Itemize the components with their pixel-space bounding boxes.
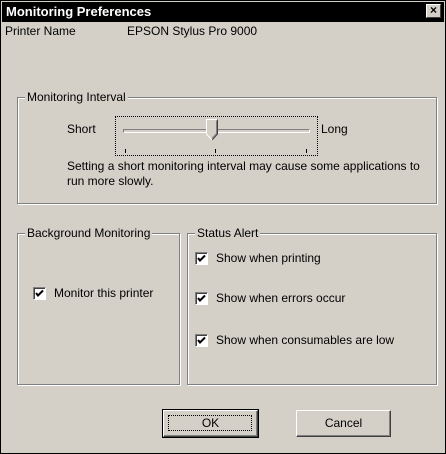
monitoring-interval-slider[interactable] bbox=[115, 116, 318, 156]
show-when-consumables-low-checkbox[interactable] bbox=[195, 334, 208, 347]
focus-rectangle bbox=[168, 415, 252, 431]
window-title: Monitoring Preferences bbox=[6, 4, 152, 19]
monitor-this-printer-label[interactable]: Monitor this printer bbox=[54, 286, 153, 300]
close-icon[interactable]: × bbox=[426, 4, 441, 18]
background-monitoring-title: Background Monitoring bbox=[25, 226, 153, 240]
show-when-printing-checkbox[interactable] bbox=[195, 252, 208, 265]
cancel-button-label: Cancel bbox=[324, 416, 363, 430]
show-when-printing-label[interactable]: Show when printing bbox=[216, 251, 321, 265]
slider-tick-end bbox=[306, 149, 307, 153]
monitoring-interval-title: Monitoring Interval bbox=[25, 90, 128, 104]
monitor-this-printer-checkbox[interactable] bbox=[33, 287, 46, 300]
check-icon bbox=[197, 254, 206, 262]
title-bar[interactable]: Monitoring Preferences × bbox=[2, 2, 444, 22]
slider-short-label: Short bbox=[67, 122, 96, 136]
monitoring-interval-group: Monitoring Interval Short Long Setting a… bbox=[17, 90, 437, 204]
background-monitoring-group: Background Monitoring Monitor this print… bbox=[17, 226, 180, 385]
printer-name-label: Printer Name bbox=[5, 24, 76, 38]
status-alert-group: Status Alert Show when printing Show whe… bbox=[187, 226, 437, 385]
interval-note: Setting a short monitoring interval may … bbox=[67, 159, 420, 188]
printer-name-value: EPSON Stylus Pro 9000 bbox=[127, 24, 258, 38]
slider-tick-middle bbox=[215, 149, 216, 153]
check-icon bbox=[35, 289, 44, 297]
show-when-errors-occur-checkbox[interactable] bbox=[195, 292, 208, 305]
show-when-errors-occur-label[interactable]: Show when errors occur bbox=[216, 291, 345, 305]
slider-thumb[interactable] bbox=[206, 119, 218, 141]
check-icon bbox=[197, 294, 206, 302]
slider-thumb-icon bbox=[206, 119, 218, 141]
show-when-consumables-low-label[interactable]: Show when consumables are low bbox=[216, 333, 394, 347]
cancel-button[interactable]: Cancel bbox=[296, 410, 391, 437]
check-icon bbox=[197, 336, 206, 344]
slider-long-label: Long bbox=[321, 122, 348, 136]
status-alert-title: Status Alert bbox=[195, 226, 261, 240]
slider-tick-start bbox=[125, 149, 126, 153]
ok-button[interactable]: OK bbox=[162, 409, 259, 438]
monitoring-preferences-dialog: Monitoring Preferences × Printer Name EP… bbox=[0, 0, 446, 454]
